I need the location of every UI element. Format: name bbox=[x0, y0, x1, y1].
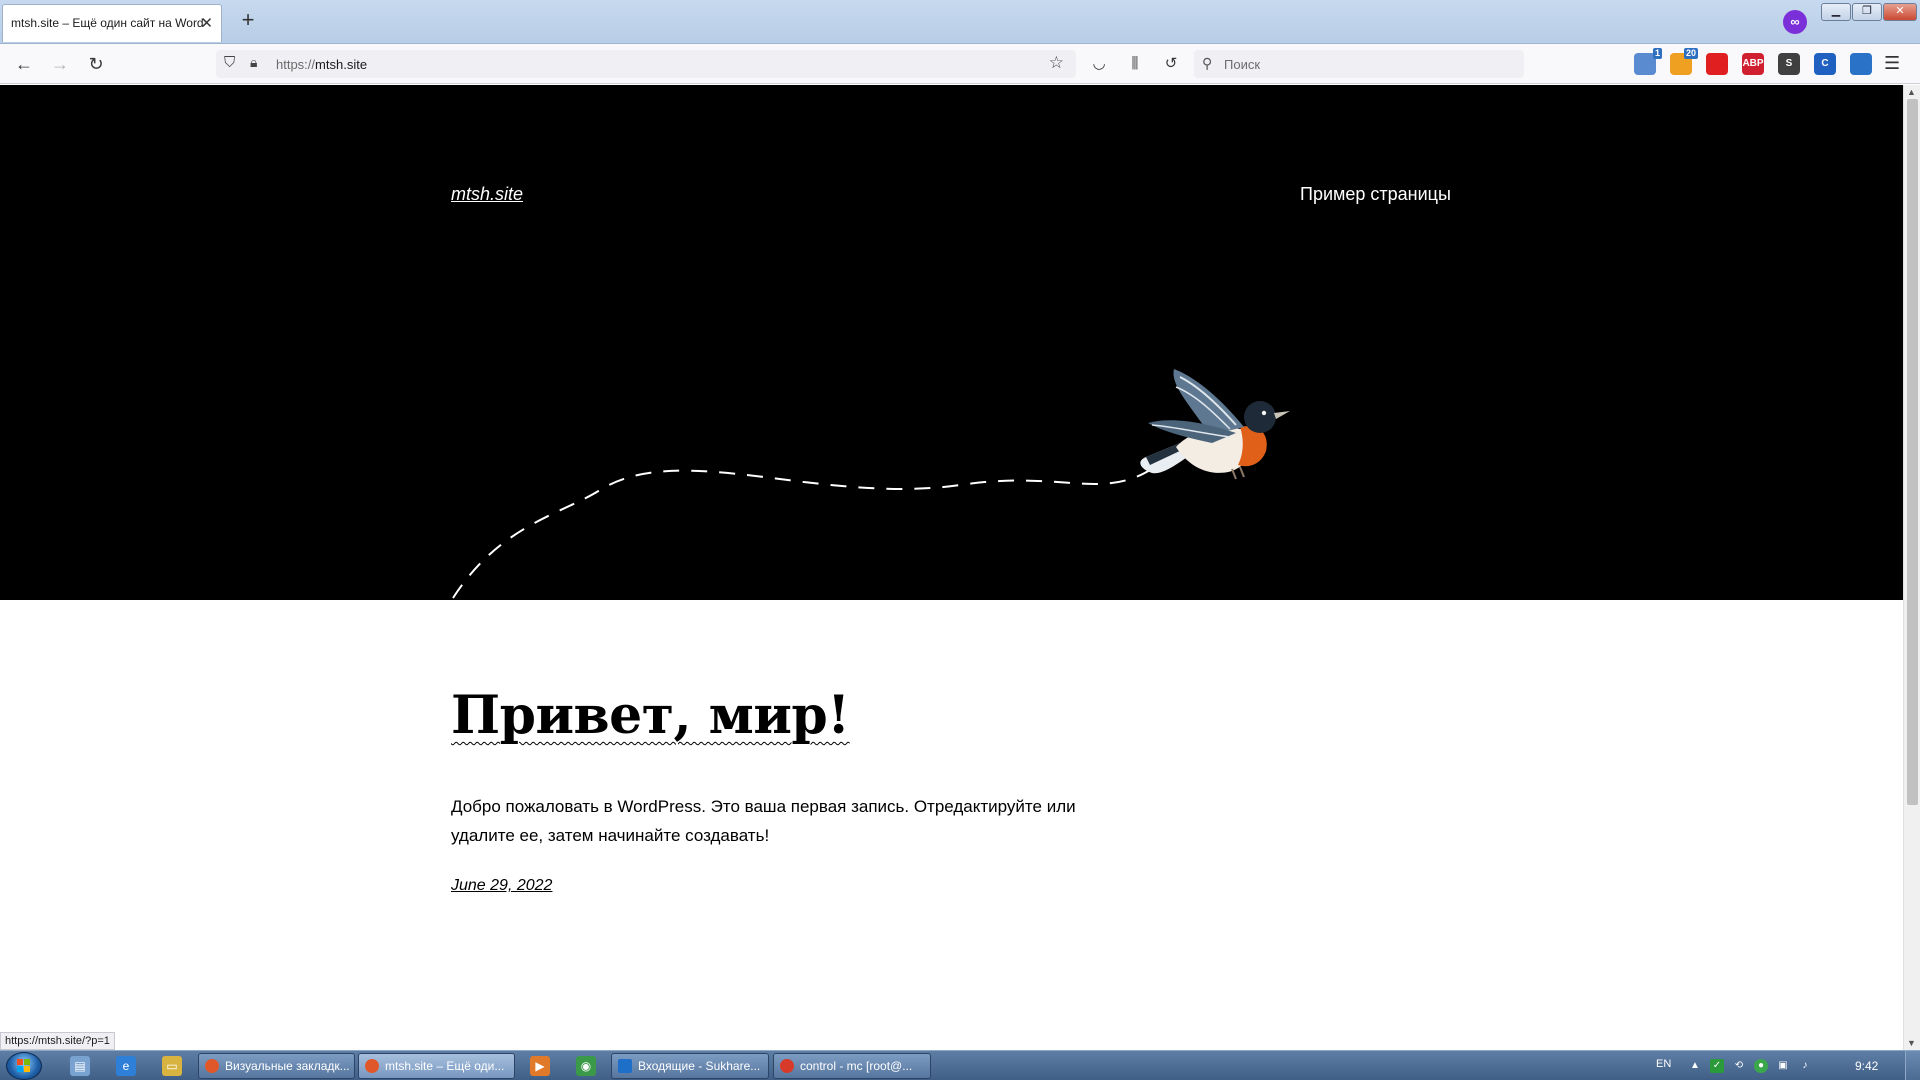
show-desktop-button[interactable] bbox=[1905, 1051, 1920, 1080]
screen: mtsh.site – Ещё один сайт на WordPress ✕… bbox=[0, 0, 1920, 1080]
tab-mtsh-site[interactable]: mtsh.site – Ещё один сайт на WordPress ✕ bbox=[2, 4, 222, 42]
browser-navigation-bar: ← → ↻ ⛉ 🔒︎ https://mtsh.site ☆ ◡ ⫼ ↺ ⚲ П… bbox=[0, 44, 1920, 84]
task-label: control - mc [root@... bbox=[800, 1059, 913, 1073]
bird-icon bbox=[1140, 369, 1290, 480]
history-icon[interactable]: ↺ bbox=[1160, 53, 1182, 75]
tray-expand-icon[interactable]: ▲ bbox=[1688, 1059, 1702, 1073]
back-arrow-icon[interactable]: ← bbox=[12, 52, 36, 76]
task-label: Визуальные закладк... bbox=[225, 1059, 350, 1073]
window-restore-button[interactable]: ❐ bbox=[1852, 3, 1882, 21]
quicklaunch-notepad-icon[interactable]: ▤ bbox=[70, 1056, 90, 1076]
window-minimize-button[interactable]: ▁ bbox=[1821, 3, 1851, 21]
tray-volume-icon[interactable]: ♪ bbox=[1798, 1059, 1812, 1073]
task-label: Входящие - Sukhare... bbox=[638, 1059, 761, 1073]
url-text[interactable]: https://mtsh.site bbox=[276, 57, 367, 72]
extension-label: C bbox=[1821, 58, 1829, 69]
search-placeholder: Поиск bbox=[1224, 57, 1261, 72]
url-host: mtsh.site bbox=[315, 57, 368, 72]
weather-extension-icon[interactable]: 20 bbox=[1670, 48, 1698, 75]
quicklaunch-ie-icon[interactable]: e bbox=[116, 1056, 136, 1076]
task-label: mtsh.site – Ещё оди... bbox=[385, 1059, 505, 1073]
page-viewport: mtsh.site Пример страницы Привет, мир! Д… bbox=[0, 85, 1903, 1050]
c-extension-icon[interactable]: C bbox=[1814, 53, 1836, 75]
firefox-icon bbox=[365, 1059, 379, 1073]
extension-badge: 20 bbox=[1683, 48, 1698, 59]
extension-label: ABP bbox=[1742, 58, 1764, 69]
taskbar-task-0[interactable]: Визуальные закладк... bbox=[198, 1053, 355, 1079]
taskbar-task-3[interactable]: control - mc [root@... bbox=[773, 1053, 931, 1079]
tracking-shield-icon[interactable]: ⛉ bbox=[224, 54, 235, 71]
post-excerpt: Добро пожаловать в WordPress. Это ваша п… bbox=[451, 797, 1076, 845]
private-mask-icon[interactable]: ∞ bbox=[1783, 10, 1807, 34]
firefox-icon bbox=[205, 1059, 219, 1073]
post-date-link[interactable]: June 29, 2022 bbox=[451, 877, 552, 895]
tray-network-icon[interactable]: ▣ bbox=[1776, 1059, 1790, 1073]
tab-close-icon[interactable]: ✕ bbox=[200, 14, 213, 32]
bookmark-extension-icon[interactable] bbox=[1706, 53, 1728, 75]
putty-icon bbox=[780, 1059, 794, 1073]
chat-extension-icon[interactable] bbox=[1850, 53, 1872, 75]
dashed-flight-path bbox=[452, 469, 1151, 599]
reload-icon[interactable]: ↻ bbox=[84, 52, 108, 76]
header-hero: mtsh.site Пример страницы bbox=[0, 85, 1903, 600]
page-scrollbar[interactable]: ▲ ▼ bbox=[1903, 85, 1920, 1050]
pocket-icon[interactable]: ◡ bbox=[1088, 53, 1110, 75]
window-close-button[interactable]: ✕ bbox=[1883, 3, 1917, 21]
address-bar[interactable]: ⛉ 🔒︎ https://mtsh.site ☆ bbox=[216, 50, 1076, 78]
status-link-preview: https://mtsh.site/?p=1 bbox=[0, 1032, 115, 1050]
url-protocol: https:// bbox=[276, 57, 316, 72]
bird-illustration bbox=[452, 369, 1290, 599]
taskbar-task-2[interactable]: Входящие - Sukhare... bbox=[611, 1053, 769, 1079]
browser-tab-strip: mtsh.site – Ещё один сайт на WordPress ✕… bbox=[0, 0, 1920, 44]
taskbar-task-1[interactable]: mtsh.site – Ещё оди... bbox=[358, 1053, 515, 1079]
adblock-extension-icon[interactable]: ABP bbox=[1742, 53, 1764, 75]
s-extension-icon[interactable]: S bbox=[1778, 53, 1800, 75]
taskbar-media-icon[interactable]: ▶ bbox=[530, 1056, 550, 1076]
library-icon[interactable]: ⫼ bbox=[1124, 53, 1146, 75]
post-title-link[interactable]: Привет, мир! bbox=[451, 685, 850, 746]
tray-clock[interactable]: 9:42 bbox=[1855, 1059, 1878, 1073]
forward-arrow-icon[interactable]: → bbox=[48, 52, 72, 76]
tray-security-icon[interactable]: ● bbox=[1754, 1059, 1768, 1073]
quicklaunch-explorer-icon[interactable]: ▭ bbox=[162, 1056, 182, 1076]
start-button[interactable] bbox=[6, 1052, 42, 1080]
windows-logo-icon bbox=[17, 1059, 31, 1073]
mail-extension-icon[interactable]: 1 bbox=[1634, 48, 1662, 75]
windows-taskbar: ▤ e ▭ Визуальные закладк... mtsh.site – … bbox=[0, 1050, 1920, 1080]
extension-badge: 1 bbox=[1652, 48, 1662, 59]
menu-hamburger-icon[interactable]: ☰ bbox=[1884, 53, 1900, 74]
keyboard-language[interactable]: EN bbox=[1656, 1058, 1671, 1070]
extension-label: S bbox=[1785, 58, 1793, 69]
lock-icon[interactable]: 🔒︎ bbox=[250, 54, 257, 71]
search-input[interactable]: ⚲ Поиск bbox=[1194, 50, 1524, 78]
bookmark-star-icon[interactable]: ☆ bbox=[1049, 53, 1064, 73]
taskbar-chrome-icon[interactable]: ◉ bbox=[576, 1056, 596, 1076]
scroll-down-arrow-icon[interactable]: ▼ bbox=[1907, 1038, 1916, 1048]
tab-title: mtsh.site – Ещё один сайт на WordPress bbox=[11, 16, 203, 30]
new-tab-button[interactable]: + bbox=[236, 9, 260, 33]
tray-check-icon[interactable]: ✓ bbox=[1710, 1059, 1724, 1073]
search-icon: ⚲ bbox=[1202, 55, 1213, 71]
outlook-icon bbox=[618, 1059, 632, 1073]
scroll-up-arrow-icon[interactable]: ▲ bbox=[1907, 87, 1916, 97]
scrollbar-thumb[interactable] bbox=[1907, 99, 1918, 805]
tray-sync-icon[interactable]: ⟲ bbox=[1732, 1059, 1746, 1073]
